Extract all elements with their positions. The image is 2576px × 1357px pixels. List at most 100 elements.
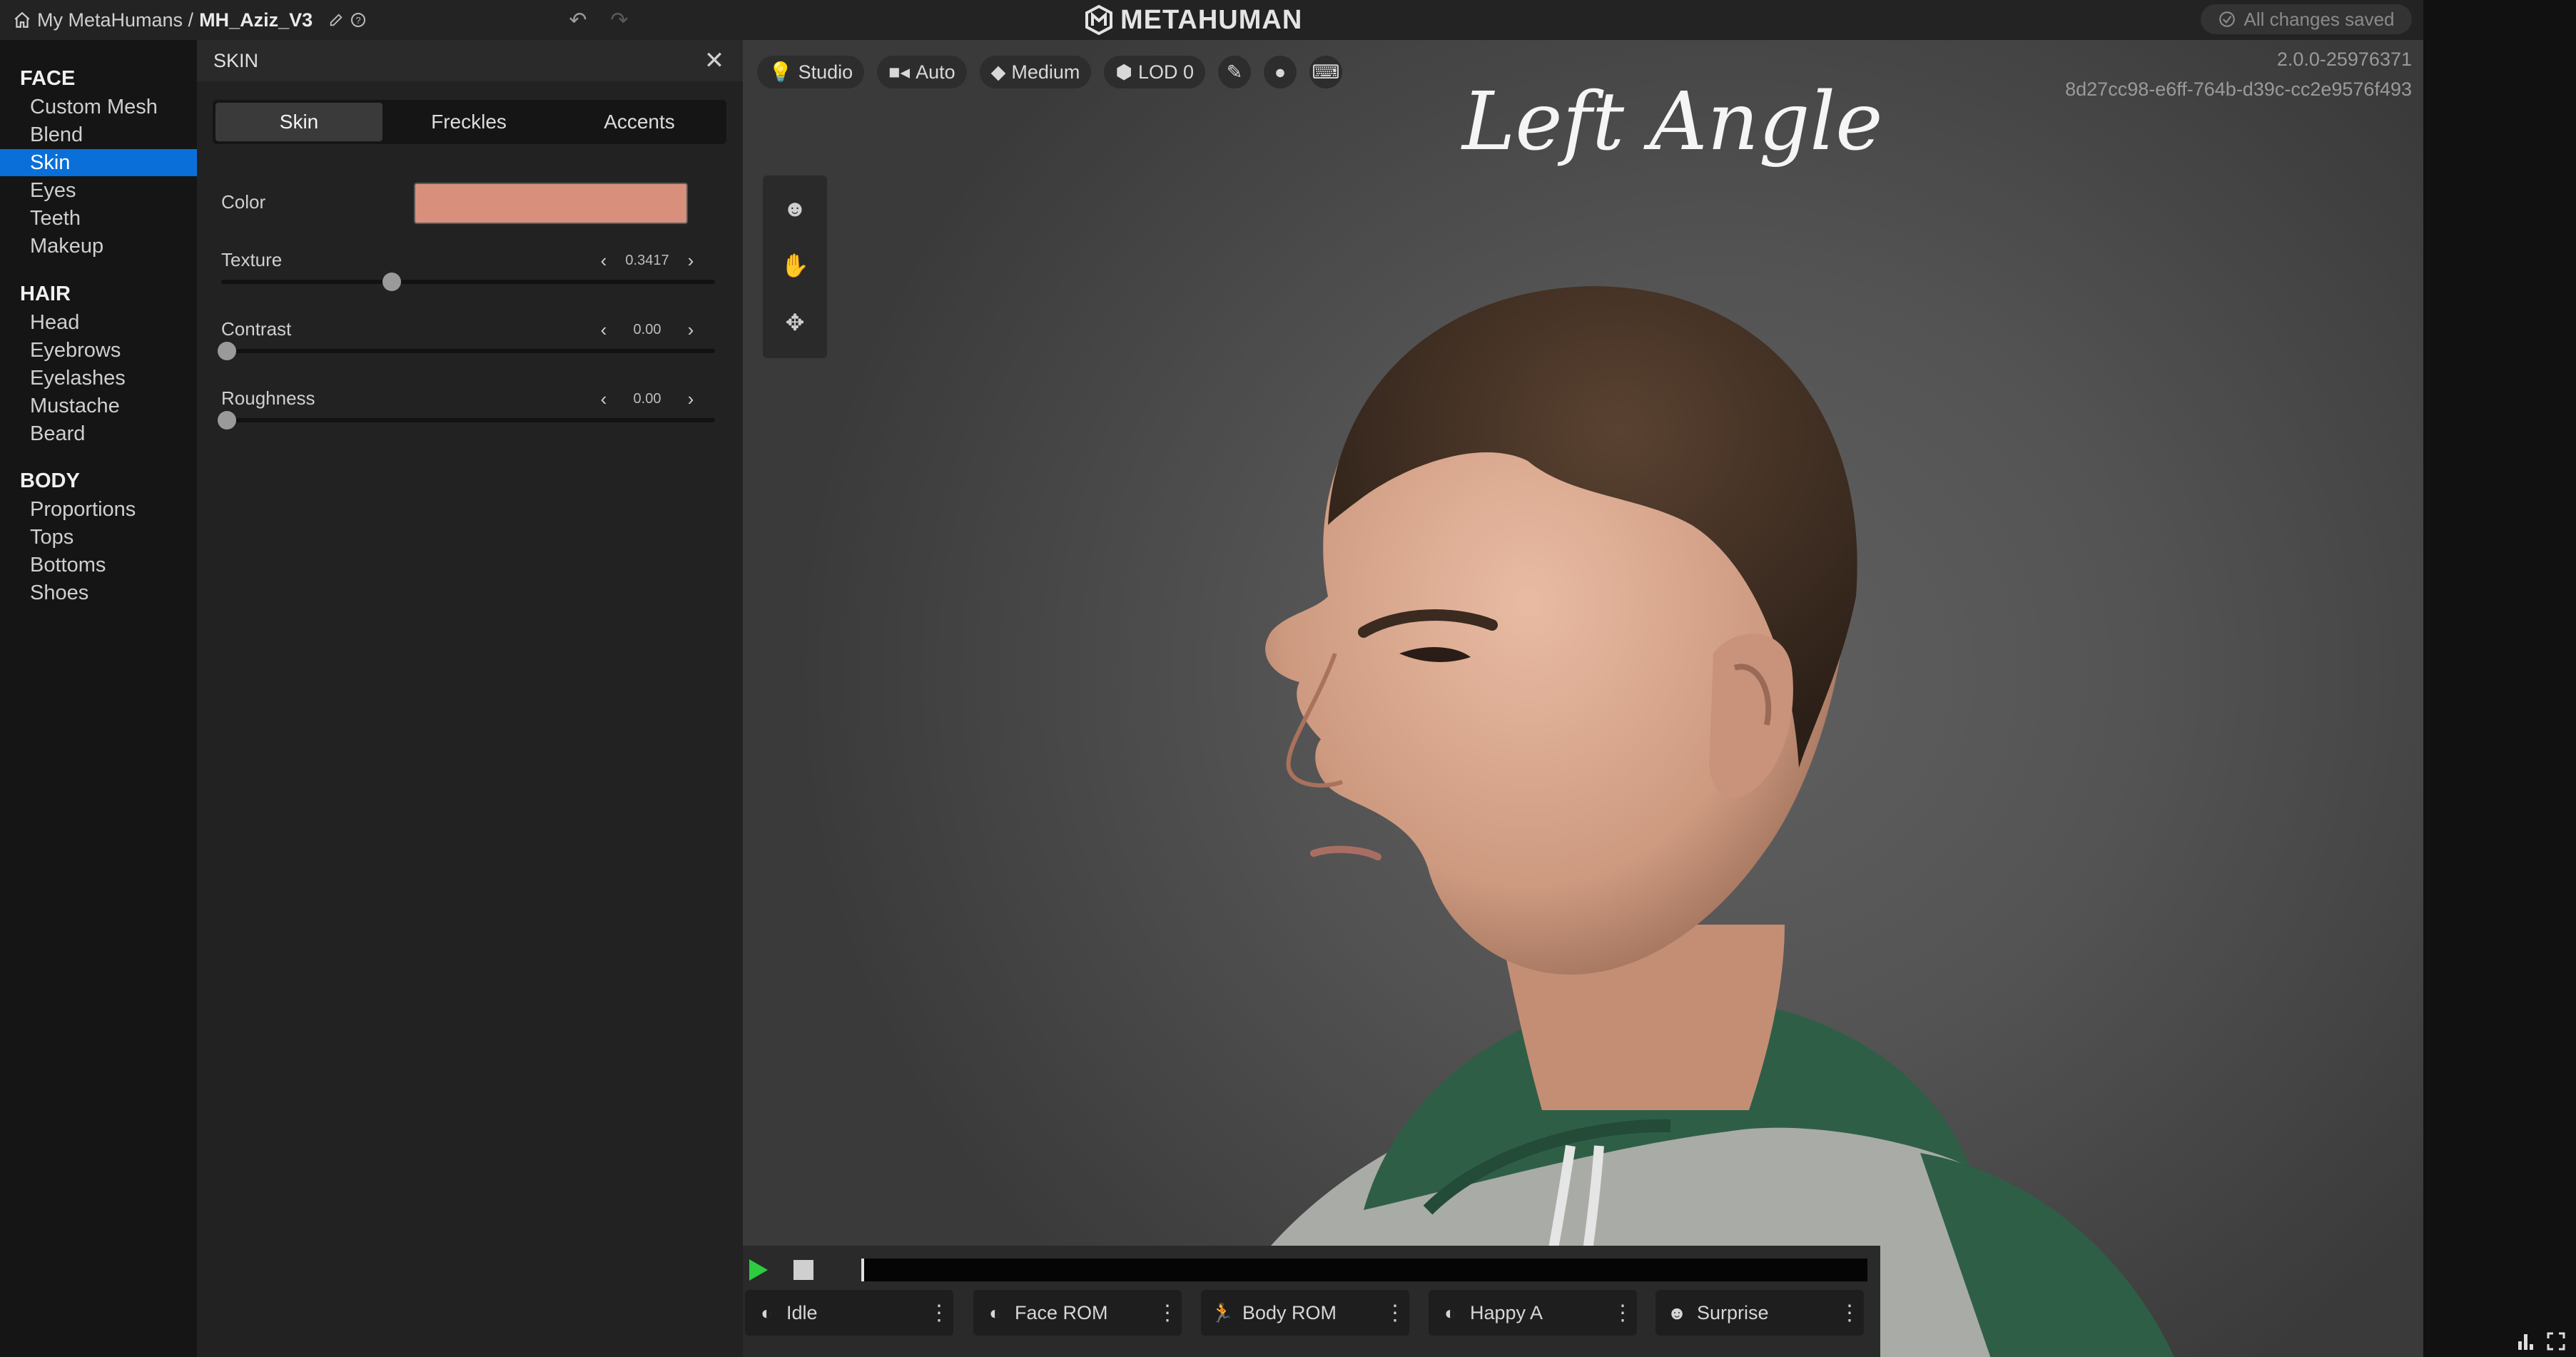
camera-icon: ■◂ bbox=[888, 61, 911, 83]
nav-item-proportions[interactable]: Proportions bbox=[0, 496, 197, 523]
lod-button[interactable]: ⬢ LOD 0 bbox=[1104, 56, 1206, 88]
camera-label: Auto bbox=[916, 61, 955, 83]
nav-item-bottoms[interactable]: Bottoms bbox=[0, 552, 197, 579]
nav-item-shoes[interactable]: Shoes bbox=[0, 579, 197, 606]
lighting-label: Studio bbox=[798, 61, 853, 83]
camera-button[interactable]: ■◂ Auto bbox=[877, 56, 967, 88]
more-options-icon[interactable]: ⋮ bbox=[925, 1301, 953, 1326]
nav-item-tops[interactable]: Tops bbox=[0, 524, 197, 551]
hand-icon[interactable]: ✋ bbox=[778, 248, 812, 283]
contrast-decrement-icon[interactable]: ‹ bbox=[595, 319, 612, 341]
metahuman-character-render bbox=[1201, 286, 2174, 1357]
face-icon: ☻ bbox=[1667, 1301, 1687, 1323]
svg-text:?: ? bbox=[355, 15, 360, 26]
stop-icon[interactable] bbox=[793, 1260, 813, 1280]
home-icon[interactable] bbox=[13, 11, 31, 29]
material-button[interactable]: ● bbox=[1264, 56, 1297, 88]
face-icon[interactable]: ☻ bbox=[778, 191, 812, 225]
animation-label: Happy A bbox=[1470, 1301, 1543, 1323]
color-swatch[interactable] bbox=[414, 183, 688, 224]
animation-idle[interactable]: ◐ Idle ⋮ bbox=[745, 1290, 953, 1336]
animation-label: Body ROM bbox=[1242, 1301, 1337, 1323]
animation-face-rom[interactable]: ◐ Face ROM ⋮ bbox=[973, 1290, 1182, 1336]
nav-item-mustache[interactable]: Mustache bbox=[0, 392, 197, 420]
nav-item-skin[interactable]: Skin bbox=[0, 149, 197, 176]
viewport-tools: ☻ ✋ ✥ bbox=[763, 176, 827, 358]
stats-icon[interactable] bbox=[2516, 1331, 2536, 1351]
sphere-icon: ● bbox=[1274, 61, 1287, 83]
check-circle-icon bbox=[2219, 11, 2236, 27]
contrast-increment-icon[interactable]: › bbox=[682, 319, 699, 341]
save-status-badge: All changes saved bbox=[2201, 4, 2412, 34]
texture-slider-handle[interactable] bbox=[382, 273, 401, 291]
brush-button[interactable]: ✎ bbox=[1218, 56, 1252, 88]
nav-item-makeup[interactable]: Makeup bbox=[0, 233, 197, 260]
head-icon: ◐ bbox=[761, 1301, 772, 1323]
roughness-slider-handle[interactable] bbox=[218, 411, 236, 430]
quality-label: Medium bbox=[1011, 61, 1080, 83]
roughness-value[interactable]: 0.00 bbox=[634, 391, 661, 407]
panel-title: SKIN bbox=[213, 50, 259, 71]
undo-icon[interactable]: ↶ bbox=[564, 6, 592, 34]
logo-text: METAHUMAN bbox=[1120, 4, 1303, 35]
close-icon[interactable]: ✕ bbox=[699, 46, 729, 76]
keyboard-button[interactable]: ⌨ bbox=[1309, 56, 1343, 88]
texture-slider-track[interactable] bbox=[221, 273, 715, 291]
texture-increment-icon[interactable]: › bbox=[682, 250, 699, 272]
panel-header bbox=[197, 40, 743, 81]
move-icon[interactable]: ✥ bbox=[778, 305, 812, 340]
diamond-icon: ◆ bbox=[990, 61, 1006, 83]
redo-icon[interactable]: ↷ bbox=[605, 6, 634, 34]
nav-item-eyelashes[interactable]: Eyelashes bbox=[0, 365, 197, 392]
texture-label: Texture bbox=[221, 249, 283, 270]
quality-button[interactable]: ◆ Medium bbox=[979, 56, 1092, 88]
nav-item-eyes[interactable]: Eyes bbox=[0, 177, 197, 204]
texture-decrement-icon[interactable]: ‹ bbox=[595, 250, 612, 272]
more-options-icon[interactable]: ⋮ bbox=[1153, 1301, 1182, 1326]
more-options-icon[interactable]: ⋮ bbox=[1608, 1301, 1637, 1326]
lighting-button[interactable]: 💡 Studio bbox=[757, 56, 865, 88]
tab-freckles[interactable]: Freckles bbox=[385, 103, 552, 141]
keyboard-icon: ⌨ bbox=[1312, 61, 1340, 83]
breadcrumb-current: MH_Aziz_V3 bbox=[199, 9, 313, 31]
head-icon: ◐ bbox=[989, 1301, 1000, 1323]
nav-item-teeth[interactable]: Teeth bbox=[0, 205, 197, 232]
build-hash: 8d27cc98-e6ff-764b-d39c-cc2e9576f493 bbox=[2065, 78, 2412, 100]
tab-skin[interactable]: Skin bbox=[215, 103, 382, 141]
fullscreen-icon[interactable] bbox=[2546, 1331, 2566, 1351]
help-icon[interactable]: ? bbox=[350, 11, 367, 29]
nav-item-blend[interactable]: Blend bbox=[0, 121, 197, 148]
color-label: Color bbox=[221, 191, 266, 213]
save-status-text: All changes saved bbox=[2243, 8, 2395, 30]
contrast-slider-track[interactable] bbox=[218, 342, 715, 360]
more-options-icon[interactable]: ⋮ bbox=[1381, 1301, 1409, 1326]
more-options-icon[interactable]: ⋮ bbox=[1835, 1301, 1864, 1326]
contrast-value[interactable]: 0.00 bbox=[634, 322, 661, 338]
breadcrumb-root[interactable]: My MetaHumans / bbox=[37, 9, 193, 31]
texture-value[interactable]: 0.3417 bbox=[625, 253, 669, 269]
animation-body-rom[interactable]: 🏃 Body ROM ⋮ bbox=[1201, 1290, 1409, 1336]
edit-icon[interactable] bbox=[328, 12, 344, 28]
nav-section-hair: HAIR bbox=[20, 283, 71, 305]
version-info: 2.0.0-25976371 8d27cc98-e6ff-764b-d39c-c… bbox=[2065, 44, 2412, 104]
nav-item-beard[interactable]: Beard bbox=[0, 420, 197, 447]
animation-label: Face ROM bbox=[1015, 1301, 1108, 1323]
animation-surprise[interactable]: ☻ Surprise ⋮ bbox=[1655, 1290, 1864, 1336]
roughness-decrement-icon[interactable]: ‹ bbox=[595, 388, 612, 410]
nav-item-head[interactable]: Head bbox=[0, 309, 197, 336]
tab-accents[interactable]: Accents bbox=[555, 103, 724, 141]
nav-item-custom-mesh[interactable]: Custom Mesh bbox=[0, 93, 197, 121]
metahuman-logo-icon bbox=[1085, 5, 1112, 35]
timeline-scrubber[interactable] bbox=[861, 1259, 1867, 1281]
animation-happy-a[interactable]: ◐ Happy A ⋮ bbox=[1429, 1290, 1637, 1336]
nav-section-body: BODY bbox=[20, 469, 80, 492]
camera-angle-title: Left Angle bbox=[1462, 76, 1883, 168]
roughness-slider-track[interactable] bbox=[218, 411, 715, 430]
contrast-stepper: ‹ 0.00 › bbox=[595, 317, 699, 342]
timeline-playhead[interactable] bbox=[861, 1259, 864, 1281]
3d-viewport[interactable]: 💡 Studio ■◂ Auto ◆ Medium ⬢ LOD 0 ✎ ● ⌨ … bbox=[743, 40, 2423, 1357]
contrast-slider-handle[interactable] bbox=[218, 342, 236, 360]
nav-item-eyebrows[interactable]: Eyebrows bbox=[0, 337, 197, 364]
play-icon[interactable] bbox=[748, 1258, 769, 1282]
roughness-increment-icon[interactable]: › bbox=[682, 388, 699, 410]
